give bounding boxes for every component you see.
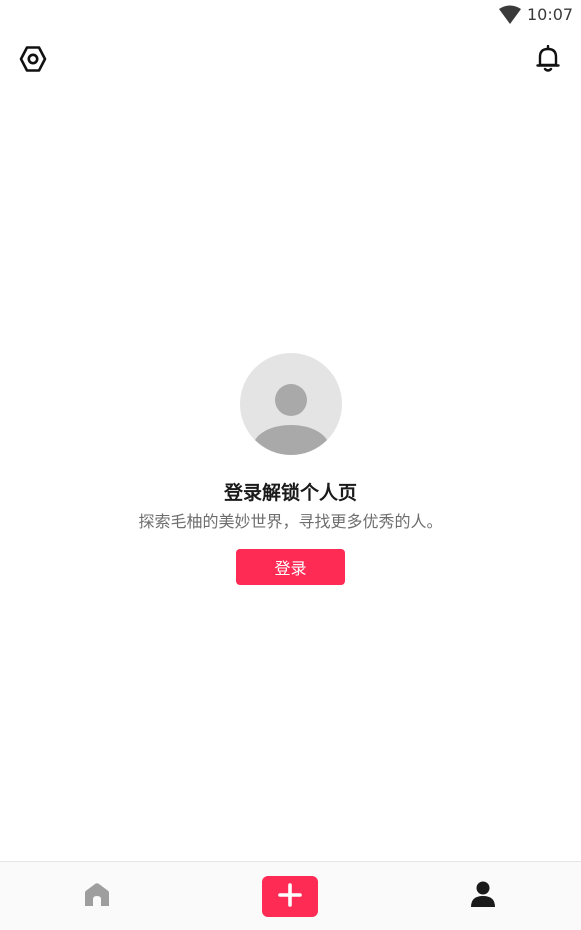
login-prompt: 登录解锁个人页 探索毛柚的美妙世界，寻找更多优秀的人。 登录 [0,353,581,585]
plus-icon [278,882,302,911]
status-time: 10:07 [527,5,574,24]
home-icon [83,882,111,912]
nav-create-button[interactable] [262,876,318,917]
nav-profile-button[interactable] [464,878,502,914]
profile-screen: 10:07 登录解锁个人页 探索毛柚的美妙世界，寻找更多优秀的人。 登录 [0,0,581,930]
top-bar [0,36,581,80]
login-headline: 登录解锁个人页 [223,482,357,504]
login-button[interactable]: 登录 [236,549,345,585]
wifi-icon [498,5,522,25]
settings-button[interactable] [14,42,52,80]
profile-icon [469,880,497,912]
status-bar: 10:07 [0,0,581,30]
settings-icon [19,45,47,77]
bottom-nav [0,861,581,930]
bell-icon [535,44,561,77]
login-subtitle: 探索毛柚的美妙世界，寻找更多优秀的人。 [138,512,443,531]
notifications-button[interactable] [529,42,567,80]
nav-home-button[interactable] [78,880,116,914]
default-avatar-icon [239,353,342,455]
